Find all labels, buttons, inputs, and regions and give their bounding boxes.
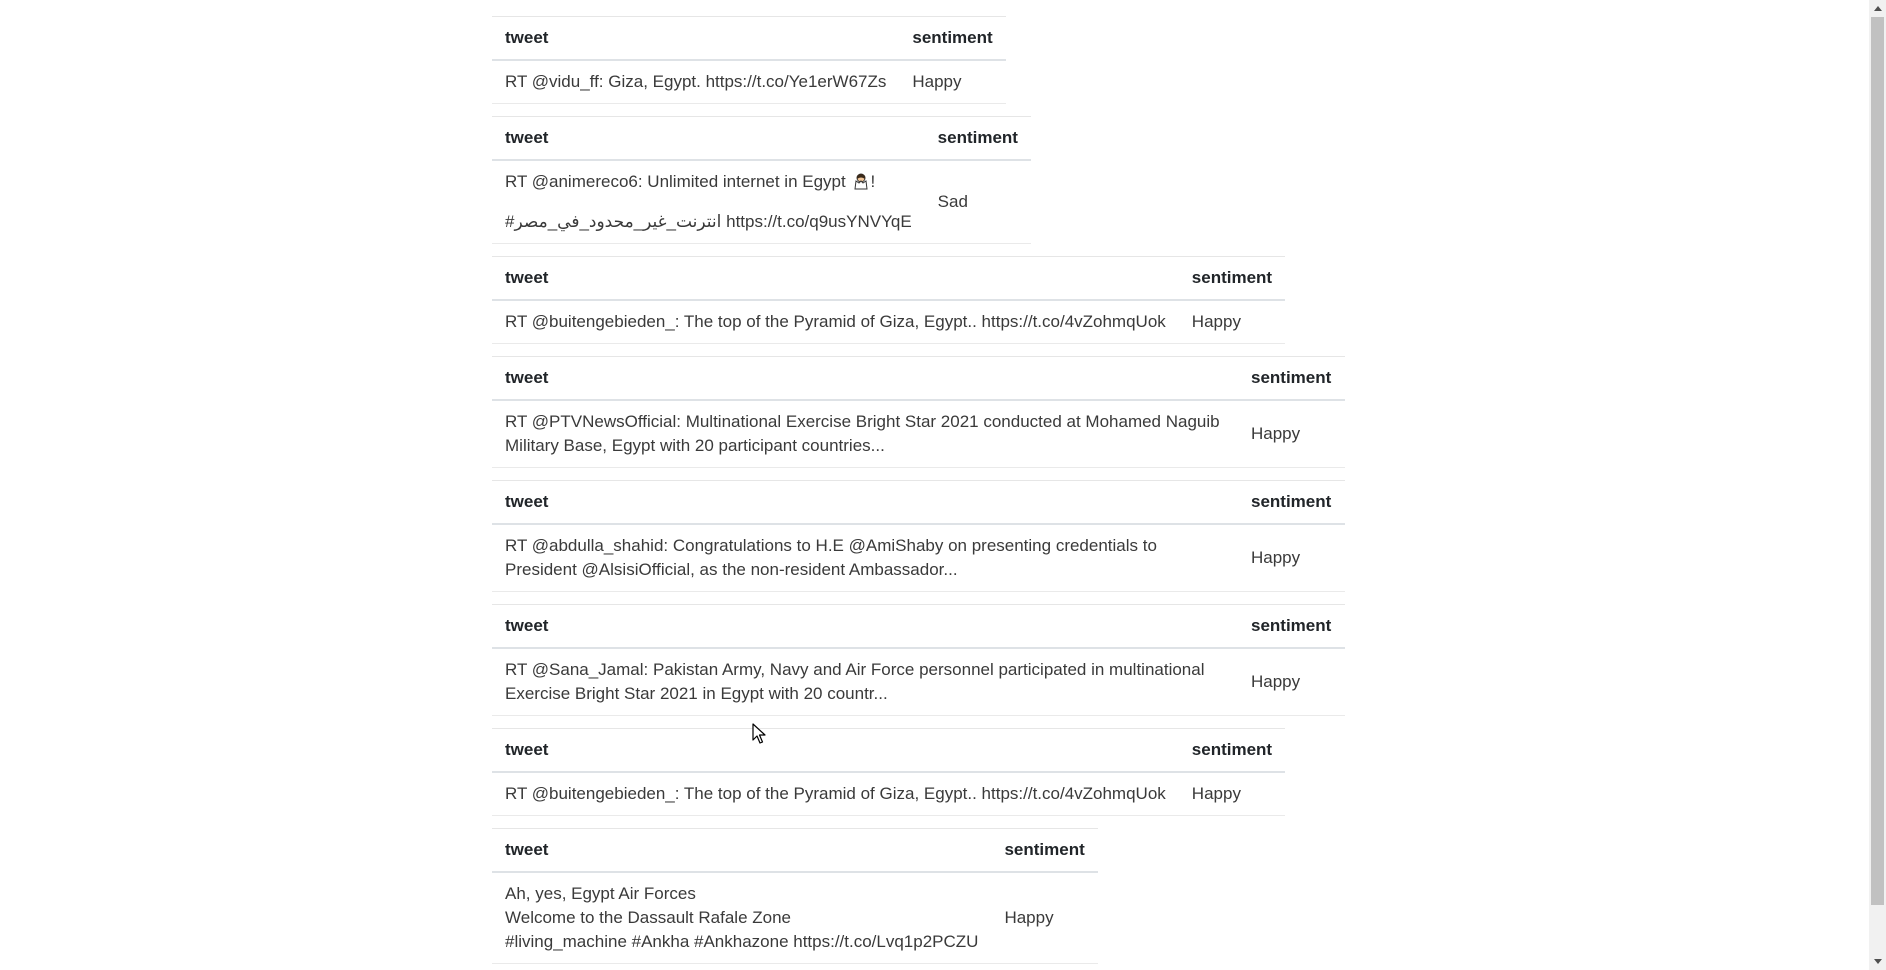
- tweet-table: tweet sentiment RT @Sana_Jamal: Pakistan…: [492, 604, 1345, 716]
- column-header-tweet: tweet: [492, 256, 1179, 301]
- tweet-table: tweet sentiment RT @vidu_ff: Giza, Egypt…: [492, 16, 1006, 104]
- sentiment-cell: Happy: [1178, 300, 1286, 344]
- column-header-sentiment: sentiment: [1238, 604, 1345, 649]
- tweet-line: #انترنت_غير_محدود_في_مصر https://t.co/q9…: [505, 212, 912, 231]
- tweet-cell: RT @animereco6: Unlimited internet in Eg…: [492, 160, 925, 244]
- tweet-cell: RT @abdulla_shahid: Congratulations to H…: [492, 524, 1238, 592]
- scroll-down-arrow-icon[interactable]: [1869, 953, 1886, 970]
- tweet-table: tweet sentiment RT @buitengebieden_: The…: [492, 728, 1286, 816]
- column-header-sentiment: sentiment: [991, 828, 1098, 873]
- column-header-sentiment: sentiment: [1238, 356, 1345, 401]
- tweet-cell: RT @Sana_Jamal: Pakistan Army, Navy and …: [492, 648, 1238, 716]
- tweet-table: tweet sentiment RT @abdulla_shahid: Cong…: [492, 480, 1345, 592]
- table-row: RT @vidu_ff: Giza, Egypt. https://t.co/Y…: [492, 60, 1006, 104]
- tweet-cell: Ah, yes, Egypt Air Forces Welcome to the…: [492, 872, 992, 964]
- tweet-table: tweet sentiment RT @PTVNewsOfficial: Mul…: [492, 356, 1345, 468]
- tweet-cell: RT @buitengebieden_: The top of the Pyra…: [492, 300, 1179, 344]
- column-header-sentiment: sentiment: [1178, 728, 1286, 773]
- tweet-cell: RT @vidu_ff: Giza, Egypt. https://t.co/Y…: [492, 60, 900, 104]
- page: tweet sentiment RT @vidu_ff: Giza, Egypt…: [0, 0, 1886, 970]
- sentiment-cell: Sad: [924, 160, 1031, 244]
- column-header-tweet: tweet: [492, 604, 1238, 649]
- table-row: RT @Sana_Jamal: Pakistan Army, Navy and …: [492, 648, 1345, 716]
- tweet-line: RT @animereco6: Unlimited internet in Eg…: [505, 172, 876, 191]
- column-header-tweet: tweet: [492, 728, 1179, 773]
- tweet-cell: RT @PTVNewsOfficial: Multinational Exerc…: [492, 400, 1238, 468]
- tweet-table: tweet sentiment RT @animereco6: Unlimite…: [492, 116, 1031, 244]
- tweet-cell: RT @buitengebieden_: The top of the Pyra…: [492, 772, 1179, 816]
- table-row: RT @abdulla_shahid: Congratulations to H…: [492, 524, 1345, 592]
- tweet-table: tweet sentiment Ah, yes, Egypt Air Force…: [492, 828, 1098, 964]
- scroll-up-arrow-icon[interactable]: [1869, 0, 1886, 17]
- sentiment-cell: Happy: [1238, 648, 1345, 716]
- table-row: Ah, yes, Egypt Air Forces Welcome to the…: [492, 872, 1098, 964]
- table-row: RT @buitengebieden_: The top of the Pyra…: [492, 300, 1286, 344]
- table-row: RT @PTVNewsOfficial: Multinational Exerc…: [492, 400, 1345, 468]
- sentiment-cell: Happy: [1238, 524, 1345, 592]
- column-header-tweet: tweet: [492, 116, 925, 161]
- column-header-sentiment: sentiment: [1178, 256, 1286, 301]
- person-gesturing-icon: [852, 172, 870, 190]
- sentiment-cell: Happy: [1178, 772, 1286, 816]
- table-row: RT @buitengebieden_: The top of the Pyra…: [492, 772, 1286, 816]
- column-header-tweet: tweet: [492, 828, 992, 873]
- column-header-sentiment: sentiment: [1238, 480, 1345, 525]
- column-header-tweet: tweet: [492, 356, 1238, 401]
- tweet-table: tweet sentiment RT @buitengebieden_: The…: [492, 256, 1286, 344]
- tweets-container: tweet sentiment RT @vidu_ff: Giza, Egypt…: [492, 16, 1345, 970]
- column-header-sentiment: sentiment: [899, 16, 1006, 61]
- column-header-sentiment: sentiment: [924, 116, 1031, 161]
- sentiment-cell: Happy: [991, 872, 1098, 964]
- mouse-pointer-icon: [752, 723, 766, 750]
- column-header-tweet: tweet: [492, 480, 1238, 525]
- sentiment-cell: Happy: [1238, 400, 1345, 468]
- scrollbar-thumb[interactable]: [1871, 17, 1884, 905]
- vertical-scrollbar[interactable]: [1869, 0, 1886, 970]
- table-row: RT @animereco6: Unlimited internet in Eg…: [492, 160, 1031, 244]
- column-header-tweet: tweet: [492, 16, 900, 61]
- sentiment-cell: Happy: [899, 60, 1006, 104]
